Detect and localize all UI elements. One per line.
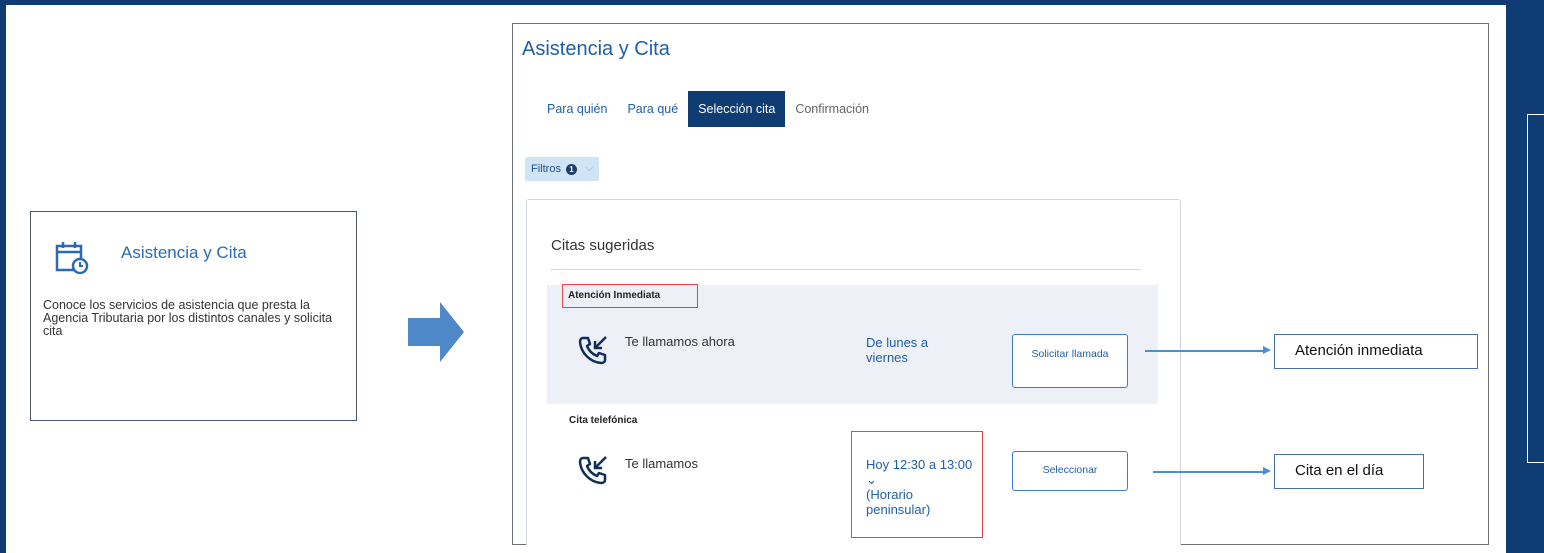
right-arrow-icon bbox=[408, 302, 464, 362]
tab-para-que[interactable]: Para qué bbox=[617, 91, 688, 127]
card-title: Asistencia y Cita bbox=[121, 243, 247, 262]
step-tabs: Para quién Para qué Selección cita Confi… bbox=[537, 91, 879, 127]
filters-label: Filtros bbox=[531, 163, 561, 175]
immediate-service-label: Te llamamos ahora bbox=[625, 334, 735, 349]
tab-seleccion-cita[interactable]: Selección cita bbox=[688, 91, 786, 127]
select-button[interactable]: Seleccionar bbox=[1012, 451, 1128, 491]
filter-count-badge: 1 bbox=[566, 163, 578, 175]
suggested-appointments-card: Citas sugeridas Atención Inmediata Te ll… bbox=[526, 199, 1181, 545]
phone-appt-schedule-select[interactable]: Hoy 12:30 a 13:00 ⌄ (Horario peninsular) bbox=[866, 457, 976, 517]
callout-immediate: Atención inmediata bbox=[1274, 334, 1478, 369]
chevron-down-icon: ⌄ bbox=[866, 472, 877, 487]
immediate-section-title: Atención Inmediata bbox=[562, 284, 698, 308]
card-description: Conoce los servicios de asistencia que p… bbox=[43, 298, 333, 338]
suggested-title: Citas sugeridas bbox=[551, 237, 655, 254]
chevron-down-icon: ⌵ bbox=[585, 163, 594, 174]
filters-button[interactable]: Filtros 1 ⌵ bbox=[525, 157, 600, 181]
divider bbox=[551, 269, 1141, 270]
service-card[interactable]: Asistencia y Cita Conoce los servicios d… bbox=[30, 211, 357, 421]
phone-incoming-icon bbox=[578, 336, 607, 365]
tab-para-quien[interactable]: Para quién bbox=[537, 91, 617, 127]
phone-appt-section-title: Cita telefónica bbox=[569, 415, 638, 426]
phone-appt-service-label: Te llamamos bbox=[625, 456, 698, 471]
panel-title: Asistencia y Cita bbox=[522, 38, 670, 60]
tab-confirmacion[interactable]: Confirmación bbox=[785, 91, 879, 127]
phone-incoming-icon bbox=[578, 456, 607, 485]
callout-line bbox=[1153, 471, 1263, 473]
phone-appt-schedule-note: (Horario peninsular) bbox=[866, 487, 931, 517]
phone-appt-schedule: Hoy 12:30 a 13:00 bbox=[866, 457, 973, 472]
callout-line bbox=[1145, 350, 1263, 352]
calendar-clock-icon bbox=[55, 242, 89, 274]
side-frame bbox=[1527, 114, 1544, 463]
request-call-button[interactable]: Solicitar llamada bbox=[1012, 334, 1128, 388]
immediate-schedule: De lunes a viernes bbox=[866, 335, 929, 365]
arrow-head-icon bbox=[1263, 467, 1271, 475]
callout-same-day: Cita en el día bbox=[1274, 454, 1424, 489]
arrow-head-icon bbox=[1263, 346, 1271, 354]
